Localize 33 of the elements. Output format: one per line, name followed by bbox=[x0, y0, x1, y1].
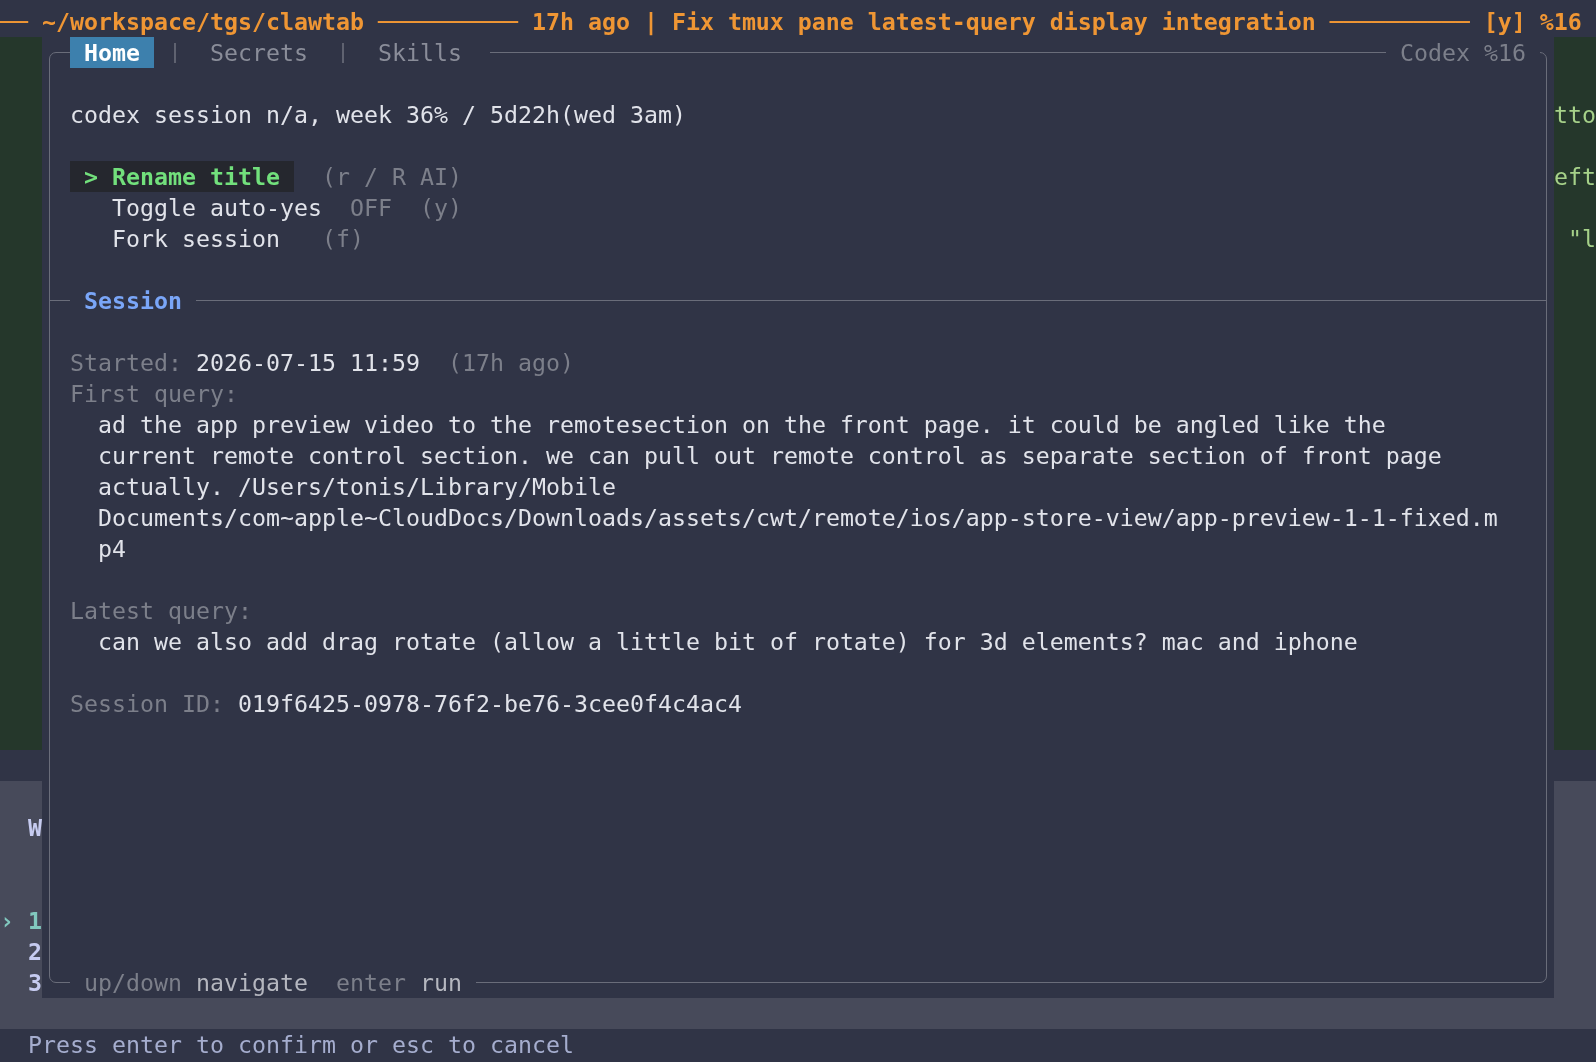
text-fragment: tto bbox=[1554, 100, 1596, 130]
field-label: First query: bbox=[70, 379, 238, 409]
field-label: Latest query: bbox=[70, 596, 252, 626]
pane-label: Codex %16 bbox=[1400, 38, 1526, 68]
prompt-text: Press enter to confirm or esc to cancel bbox=[28, 1030, 574, 1060]
query-text: ad the app preview video to the remotesection on the front page. it could be angled like the current remote control section. we can pull out remote control as separate section of front page actually. /Users/tonis/Library/Mobile Documents/com~apple~CloudDocs/Downloads/assets/cwt/remote/ios/app-store-view/app-preview-1-1-fixed.mp4 bbox=[98, 410, 1498, 564]
text-fragment: eft bbox=[1554, 162, 1596, 192]
pane-title: ── ~/workspace/tgs/clawtab ────────── 17h ago | Fix tmux pane latest-query display integration ────────── [y] %16 bbox=[0, 7, 1582, 37]
usage-summary: codex session n/a, week 36% / 5d22h(wed 3am) bbox=[70, 100, 686, 130]
tab[interactable]: Skills bbox=[364, 37, 476, 68]
field-value: 019f6425-0978-76f2-be76-3cee0f4c4ac4 bbox=[238, 689, 742, 719]
key-hint: up/down navigate bbox=[84, 968, 308, 998]
field-label: Started: bbox=[70, 348, 182, 378]
menu-item[interactable]: Fork session bbox=[112, 223, 280, 254]
list-item[interactable]: 2 bbox=[28, 936, 42, 967]
menu-item[interactable]: > Rename title bbox=[70, 161, 294, 192]
field-label: Session ID: bbox=[70, 689, 224, 719]
menu-item[interactable]: Toggle auto-yes bbox=[112, 192, 322, 223]
tab[interactable]: Home bbox=[70, 37, 154, 68]
query-text: can we also add drag rotate (allow a little bit of rotate) for 3d elements? mac and iphone bbox=[98, 627, 1358, 657]
section-title: Session bbox=[84, 286, 182, 316]
shortcut-hint: (y) bbox=[419, 193, 462, 223]
setting-value: OFF bbox=[349, 193, 392, 223]
tab[interactable]: Secrets bbox=[196, 37, 322, 68]
pane-heading: W bbox=[28, 813, 42, 843]
shortcut-hint: (r / R AI) bbox=[322, 162, 462, 192]
list-item[interactable]: › 1 bbox=[0, 905, 42, 936]
shortcut-hint: (f) bbox=[322, 224, 364, 254]
list-item[interactable]: 3 bbox=[28, 967, 42, 998]
field-value: 2026-07-15 11:59 bbox=[196, 348, 420, 378]
text-fragment: "l bbox=[1568, 224, 1596, 254]
time-ago: (17h ago) bbox=[447, 348, 574, 378]
key-hint: enter run bbox=[335, 968, 462, 998]
